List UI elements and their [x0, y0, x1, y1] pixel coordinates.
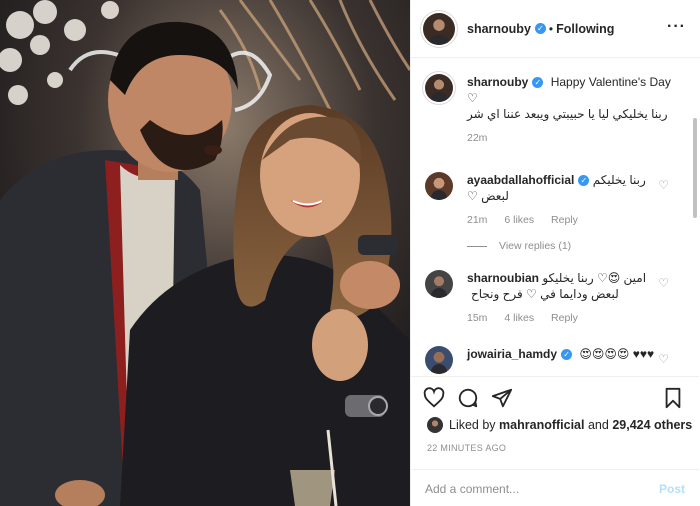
comment-likes[interactable]: 6 likes — [504, 214, 534, 226]
share-icon[interactable] — [491, 387, 513, 412]
comment-input[interactable]: Add a comment... — [425, 482, 659, 496]
comment-author[interactable]: sharnoubian — [467, 271, 539, 285]
reply-button[interactable]: Reply — [551, 214, 578, 226]
commenter-avatar[interactable] — [425, 172, 453, 200]
post-header: sharnouby ✓ • Following ··· — [411, 0, 700, 58]
like-comment-heart-icon[interactable]: ♡ — [658, 352, 669, 366]
liker-avatar[interactable] — [427, 417, 443, 433]
caption: sharnouby ✓ Happy Valentine's Day ♡ ربنا … — [425, 74, 675, 144]
liked-prefix: Liked by — [449, 418, 496, 432]
like-comment-heart-icon[interactable]: ♡ — [658, 276, 669, 290]
caption-author[interactable]: sharnouby — [467, 75, 528, 89]
commenter-avatar[interactable] — [425, 270, 453, 298]
comment-item: sharnoubian امين 😍♡ ربنا يخليكو لبعض ودا… — [425, 270, 675, 324]
view-replies-label: View replies (1) — [499, 240, 572, 252]
likes-summary: Liked by mahranofficial and 29,424 other… — [427, 417, 692, 433]
separator-dot: • — [548, 21, 554, 36]
comments-scrollbar[interactable] — [693, 118, 697, 218]
post-sidebar: sharnouby ✓ • Following ··· sharnouby ✓ H… — [410, 0, 700, 506]
commenter-avatar[interactable] — [425, 346, 453, 374]
add-comment-bar: Add a comment... Post — [411, 469, 699, 506]
reply-button[interactable]: Reply — [551, 312, 578, 324]
like-comment-heart-icon[interactable]: ♡ — [658, 178, 669, 192]
action-icons — [423, 387, 687, 411]
comment-text: 😍😍😍😍 ♥♥♥ — [579, 347, 655, 361]
verified-badge-icon: ✓ — [561, 349, 573, 361]
post-timestamp[interactable]: 22 MINUTES AGO — [427, 443, 506, 453]
comment-item: ayaabdallahofficial ✓ ربنا يخليكم لبعض ♡ … — [425, 172, 675, 226]
liked-user[interactable]: mahranofficial — [499, 418, 584, 432]
replies-divider-line — [467, 245, 487, 247]
verified-badge-icon: ✓ — [534, 23, 546, 34]
heart-icon[interactable] — [423, 387, 445, 412]
post-photo[interactable] — [0, 0, 410, 506]
caption-avatar[interactable] — [425, 74, 453, 102]
ellipsis-icon[interactable]: ··· — [667, 18, 686, 36]
post-comment-button[interactable]: Post — [659, 482, 685, 496]
view-replies-button[interactable]: View replies (1) — [467, 240, 571, 252]
author-avatar[interactable] — [423, 12, 455, 45]
caption-text-en: Happy Valentine's Day — [550, 75, 671, 89]
comment-likes[interactable]: 4 likes — [504, 312, 534, 324]
comment-time[interactable]: 15m — [467, 312, 487, 324]
caption-time[interactable]: 22m — [467, 132, 487, 144]
couple-photo-illustration — [0, 0, 410, 506]
caption-text-ar: ربنا يخليكي ليا يا حبيبتي ويبعد عننا اي … — [467, 107, 668, 121]
author-username[interactable]: sharnouby — [467, 22, 531, 36]
comment-author[interactable]: ayaabdallahofficial — [467, 173, 574, 187]
bookmark-icon[interactable] — [663, 387, 683, 412]
comment-item: jowairia_hamdy ✓ 😍😍😍😍 ♥♥♥ ♡ — [425, 346, 675, 374]
verified-badge-icon: ✓ — [532, 77, 544, 89]
heart-outline-icon: ♡ — [467, 91, 478, 105]
comment-time[interactable]: 21m — [467, 214, 487, 226]
liked-mid: and — [587, 418, 609, 432]
verified-badge-icon: ✓ — [578, 175, 590, 187]
liked-count[interactable]: 29,424 others — [612, 418, 692, 432]
following-button[interactable]: Following — [556, 22, 614, 36]
post-actions: Liked by mahranofficial and 29,424 other… — [411, 376, 699, 506]
comment-icon[interactable] — [457, 387, 479, 412]
comments-list[interactable]: sharnouby ✓ Happy Valentine's Day ♡ ربنا … — [411, 58, 699, 376]
comment-author[interactable]: jowairia_hamdy — [467, 347, 557, 361]
